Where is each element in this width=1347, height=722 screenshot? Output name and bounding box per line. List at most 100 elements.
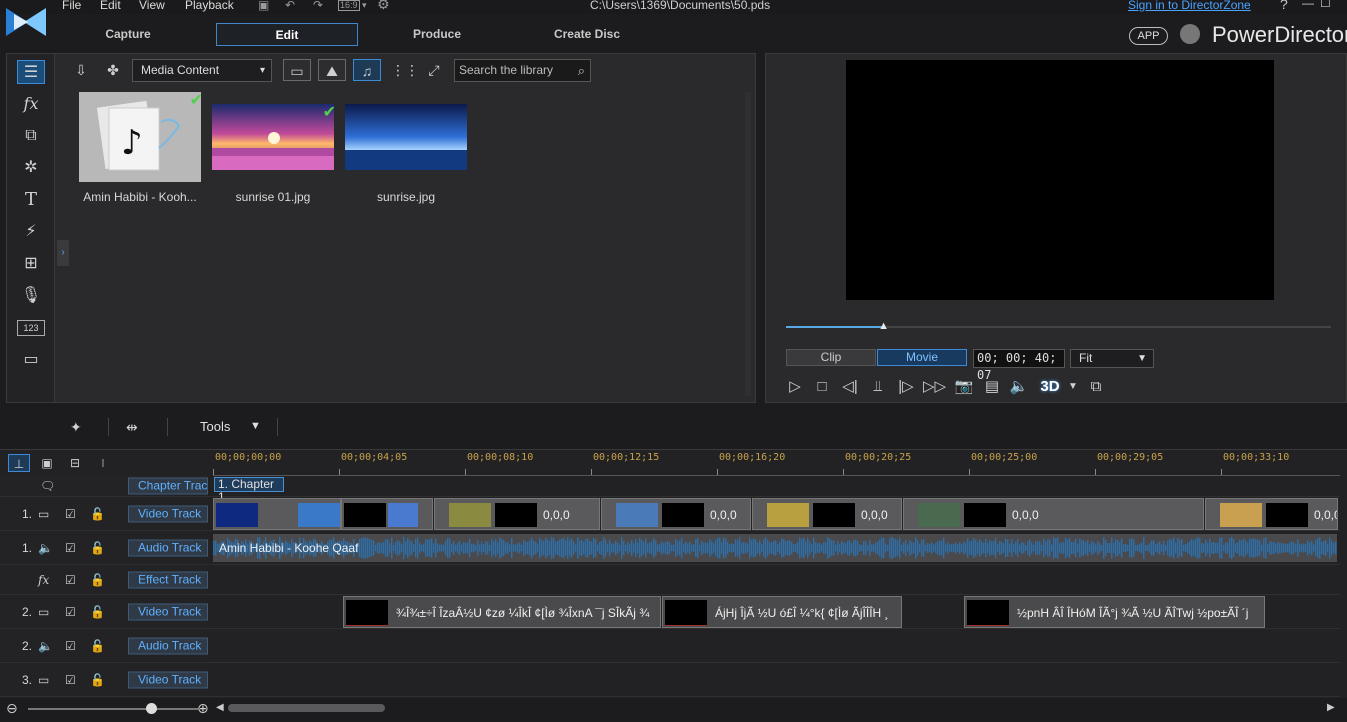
menu-edit[interactable]: Edit: [100, 0, 121, 12]
library-search-input[interactable]: Search the library ⌕: [454, 59, 591, 82]
search-icon[interactable]: ⌕: [578, 60, 585, 81]
maximize-icon[interactable]: ☐: [1320, 0, 1331, 10]
video-track-label[interactable]: Video Track: [128, 671, 208, 688]
app-button[interactable]: APP: [1129, 27, 1168, 45]
menu-playback[interactable]: Playback: [185, 0, 234, 12]
scrubber-handle-icon[interactable]: ▲: [878, 320, 890, 332]
tab-create-disc[interactable]: Create Disc: [516, 23, 658, 46]
audio-track-label[interactable]: Audio Track: [128, 637, 208, 654]
aspect-ratio-button[interactable]: 16:9: [338, 0, 360, 11]
track-enable-checkbox[interactable]: ☑: [65, 573, 76, 587]
track-enable-checkbox[interactable]: ☑: [65, 673, 76, 687]
tab-edit[interactable]: Edit: [216, 23, 358, 46]
chapter-marker[interactable]: 1. Chapter 1: [214, 477, 284, 504]
title-room-icon[interactable]: T: [17, 188, 45, 212]
timecode-display[interactable]: 00; 00; 40; 07: [973, 349, 1065, 382]
voice-over-room-icon[interactable]: 🎙: [17, 284, 45, 308]
title-clip[interactable]: ¾Î¾±÷Î ÎzaÂ½U ¢zø ¼ÎkÎ ¢[Ìø ¾ÎxnA ¯j SÎk…: [343, 596, 661, 628]
snapshot-camera-icon[interactable]: 📷: [953, 376, 975, 398]
timeline-clip[interactable]: [341, 498, 433, 530]
aspect-dropdown-icon[interactable]: ▾: [362, 0, 367, 11]
zoom-in-icon[interactable]: ⊕: [197, 700, 209, 717]
timeline-clip[interactable]: 0,0,0: [1205, 498, 1338, 530]
library-scrollbar[interactable]: [745, 92, 751, 396]
play-icon[interactable]: ▷: [784, 376, 806, 398]
lock-icon[interactable]: 🔓: [90, 541, 105, 555]
movie-mode-button[interactable]: Movie: [877, 349, 967, 366]
media-item-image[interactable]: [345, 104, 467, 170]
storyboard-view-icon[interactable]: ▣: [36, 454, 58, 472]
view-grid-icon[interactable]: ⋮⋮: [391, 59, 419, 81]
tools-menu[interactable]: Tools: [200, 419, 230, 434]
3d-mode-button[interactable]: 3D: [1039, 376, 1061, 398]
import-media-icon[interactable]: ⇩: [67, 59, 95, 81]
effect-track-label[interactable]: Effect Track: [128, 571, 208, 588]
video-track-label[interactable]: Video Track: [128, 505, 208, 522]
audio-clip[interactable]: Amin Habibi - Koohe Qaaf: [213, 534, 1337, 562]
subtitle-room-icon[interactable]: ▭: [17, 348, 45, 372]
magic-tools-icon[interactable]: ✦: [70, 419, 82, 436]
lock-icon[interactable]: 🔓: [90, 605, 105, 619]
undock-preview-icon[interactable]: ⧉: [1085, 376, 1107, 398]
previous-frame-icon[interactable]: ◁|: [839, 376, 861, 398]
media-room-icon[interactable]: ☰: [17, 60, 45, 84]
effect-room-icon[interactable]: fx: [17, 92, 45, 116]
undo-icon[interactable]: ↶: [285, 0, 295, 12]
timeline-clip[interactable]: [213, 498, 341, 530]
filter-image-icon[interactable]: ⛰: [318, 59, 346, 81]
time-ruler[interactable]: 00;00;00;00 00;00;04;05 00;00;08;10 00;0…: [213, 450, 1340, 476]
lock-icon[interactable]: 🔓: [90, 573, 105, 587]
filter-audio-icon[interactable]: ♫: [353, 59, 381, 81]
chapter-room-icon[interactable]: 123: [17, 320, 45, 336]
menu-view[interactable]: View: [139, 0, 165, 12]
timeline-clip[interactable]: 0,0,0: [903, 498, 1204, 530]
clip-mode-button[interactable]: Clip: [786, 349, 876, 366]
fit-timeline-icon[interactable]: ⇹: [126, 419, 138, 436]
chevron-down-icon[interactable]: ▼: [250, 420, 261, 432]
track-enable-checkbox[interactable]: ☑: [65, 639, 76, 653]
minimize-icon[interactable]: —: [1302, 0, 1314, 10]
menu-file[interactable]: File: [62, 0, 81, 12]
volume-icon[interactable]: 🔈: [1008, 376, 1030, 398]
lock-icon[interactable]: 🔓: [90, 639, 105, 653]
filter-video-icon[interactable]: ▭: [283, 59, 311, 81]
media-content-select[interactable]: Media Content ▾: [132, 59, 272, 82]
tab-capture[interactable]: Capture: [57, 23, 199, 46]
scroll-right-icon[interactable]: ▶: [1327, 702, 1335, 713]
title-clip[interactable]: ÁjHj ÎjÃ ½U ó£Î ¼°k{ ¢[Ìø ÃjÎÎÎH ¸: [662, 596, 902, 628]
expand-panel-chevron-icon[interactable]: ›: [57, 240, 69, 266]
title-clip[interactable]: ½pnH ÂÎ ÎHóM ÎÃ°j ¾Ã ½U ÃÎTwj ½po±ÃÎ ´j: [964, 596, 1265, 628]
media-item-image[interactable]: ✔: [212, 104, 336, 170]
3d-dropdown-icon[interactable]: ▼: [1062, 376, 1084, 398]
timeline-clip[interactable]: 0,0,0: [601, 498, 751, 530]
pip-room-icon[interactable]: ⧉: [17, 124, 45, 148]
video-track-label[interactable]: Video Track: [128, 603, 208, 620]
fast-forward-icon[interactable]: ▷▷: [923, 376, 946, 398]
track-enable-checkbox[interactable]: ☑: [65, 507, 76, 521]
particle-room-icon[interactable]: ✲: [17, 156, 45, 180]
scroll-left-icon[interactable]: ◀: [216, 702, 224, 713]
lock-icon[interactable]: 🔓: [90, 507, 105, 521]
next-frame-icon[interactable]: |▷: [895, 376, 917, 398]
markers-icon[interactable]: ⧘: [92, 454, 114, 472]
notification-bell-icon[interactable]: [1180, 24, 1200, 44]
track-manager-icon[interactable]: ⊟: [64, 454, 86, 472]
timeline-view-icon[interactable]: ⊥: [8, 454, 30, 472]
media-item-audio[interactable]: ♪ ✔: [79, 92, 203, 182]
lock-icon[interactable]: 🔓: [90, 673, 105, 687]
tab-produce[interactable]: Produce: [366, 23, 508, 46]
playback-scrubber[interactable]: ▲: [786, 320, 1331, 332]
timeline-clip[interactable]: 0,0,0: [434, 498, 600, 530]
subtitles-icon[interactable]: ▤: [981, 376, 1003, 398]
sign-in-link[interactable]: Sign in to DirectorZone: [1128, 0, 1251, 12]
chapter-track-label[interactable]: Chapter Track: [128, 477, 208, 494]
help-button[interactable]: ?: [1280, 0, 1288, 12]
save-icon[interactable]: ▣: [258, 0, 269, 12]
settings-gear-icon[interactable]: ⚙: [377, 0, 390, 13]
timeline-clip[interactable]: 0,0,0: [752, 498, 902, 530]
stop-icon[interactable]: □: [811, 376, 833, 398]
track-enable-checkbox[interactable]: ☑: [65, 605, 76, 619]
timeline-horizontal-scrollbar[interactable]: [228, 704, 385, 712]
transition-room-icon[interactable]: ⚡: [17, 220, 45, 244]
zoom-slider-handle[interactable]: [146, 703, 157, 714]
